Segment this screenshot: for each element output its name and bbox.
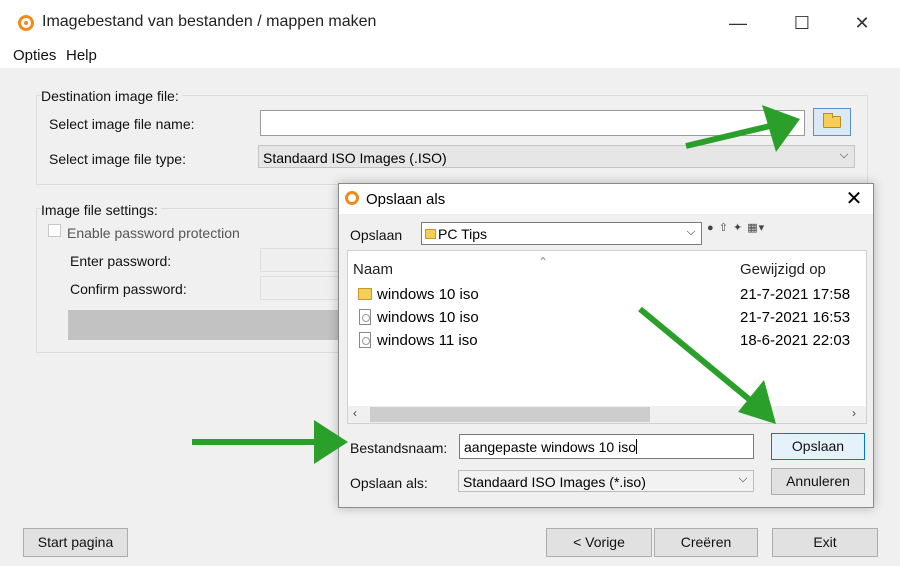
confirm-password-input[interactable] (260, 276, 340, 300)
minimize-icon[interactable]: — (718, 8, 758, 38)
folder-icon (823, 113, 841, 128)
progress-bar (68, 310, 340, 340)
menu-item-opties[interactable]: Opties (13, 47, 56, 64)
file-row[interactable]: windows 10 iso 21-7-2021 17:58 (348, 284, 866, 307)
file-date: 18-6-2021 22:03 (740, 332, 851, 349)
dialog-title-bar: Opslaan als ✕ (339, 184, 873, 214)
savetype-label: Opslaan als: (350, 475, 428, 491)
image-name-label: Select image file name: (49, 116, 195, 132)
column-date[interactable]: Gewijzigd op (740, 261, 826, 278)
sort-up-icon: ⌃ (538, 255, 549, 269)
file-row[interactable]: windows 11 iso 18-6-2021 22:03 (348, 330, 866, 353)
location-value: PC Tips (438, 226, 488, 242)
file-icon (359, 332, 371, 348)
file-date: 21-7-2021 17:58 (740, 286, 851, 303)
enter-password-label: Enter password: (70, 253, 172, 269)
settings-group-label: Image file settings: (41, 202, 161, 218)
filename-value: aangepaste windows 10 iso (464, 439, 637, 455)
location-label: Opslaan (350, 227, 403, 243)
chevron-down-icon (738, 473, 748, 483)
image-type-value: Standaard ISO Images (.ISO) (263, 150, 447, 166)
bottom-bar (0, 516, 900, 566)
save-button[interactable]: Opslaan (771, 433, 865, 460)
save-as-dialog: Opslaan als ✕ Opslaan PC Tips ● ⇧ ✦ ▦▾ N… (338, 183, 874, 508)
maximize-icon[interactable]: ☐ (782, 8, 822, 38)
file-row[interactable]: windows 10 iso 21-7-2021 16:53 (348, 307, 866, 330)
create-button[interactable]: Creëren (654, 528, 758, 557)
chevron-down-icon (839, 149, 849, 159)
password-checkbox[interactable] (48, 224, 61, 237)
file-list: Naam ⌃ Gewijzigd op windows 10 iso 21-7-… (347, 250, 867, 424)
cancel-button[interactable]: Annuleren (771, 468, 865, 495)
toolbar-icons[interactable]: ● ⇧ ✦ ▦▾ (707, 221, 765, 234)
password-checkbox-label: Enable password protection (67, 225, 240, 241)
menu-bar: Opties Help (0, 44, 900, 68)
file-name: windows 10 iso (377, 309, 479, 326)
location-select[interactable]: PC Tips (421, 222, 702, 245)
file-icon (359, 309, 371, 325)
chevron-down-icon (686, 226, 696, 236)
scroll-thumb[interactable] (370, 407, 650, 422)
filename-input[interactable]: aangepaste windows 10 iso (459, 434, 754, 459)
window-title: Imagebestand van bestanden / mappen make… (42, 13, 377, 30)
title-bar: Imagebestand van bestanden / mappen make… (0, 0, 900, 44)
dialog-close-icon[interactable]: ✕ (839, 186, 869, 212)
destination-group-label: Destination image file: (41, 88, 182, 104)
dialog-title: Opslaan als (366, 191, 446, 208)
text-caret (636, 439, 638, 454)
browse-button[interactable] (813, 108, 851, 136)
menu-item-help[interactable]: Help (66, 47, 97, 64)
savetype-select[interactable]: Standaard ISO Images (*.iso) (458, 470, 754, 492)
column-name[interactable]: Naam (353, 261, 393, 278)
scroll-right-icon[interactable]: › (852, 406, 856, 420)
image-type-select[interactable]: Standaard ISO Images (.ISO) (258, 145, 855, 168)
destination-group (36, 95, 868, 185)
filename-label: Bestandsnaam: (350, 440, 448, 456)
close-icon[interactable]: ✕ (842, 8, 882, 38)
dialog-logo-icon (345, 191, 359, 205)
file-name: windows 10 iso (377, 286, 479, 303)
start-page-button[interactable]: Start pagina (23, 528, 128, 557)
exit-button[interactable]: Exit (772, 528, 878, 557)
enter-password-input[interactable] (260, 248, 340, 272)
app-logo-icon (18, 15, 34, 31)
file-date: 21-7-2021 16:53 (740, 309, 851, 326)
horizontal-scrollbar[interactable]: ‹ › (348, 406, 866, 423)
savetype-value: Standaard ISO Images (*.iso) (463, 474, 646, 490)
image-type-label: Select image file type: (49, 151, 186, 167)
image-name-input[interactable] (260, 110, 805, 136)
file-name: windows 11 iso (377, 332, 478, 349)
folder-icon (425, 229, 436, 239)
folder-icon (358, 288, 372, 300)
confirm-password-label: Confirm password: (70, 281, 187, 297)
scroll-left-icon[interactable]: ‹ (353, 406, 357, 420)
previous-button[interactable]: < Vorige (546, 528, 652, 557)
